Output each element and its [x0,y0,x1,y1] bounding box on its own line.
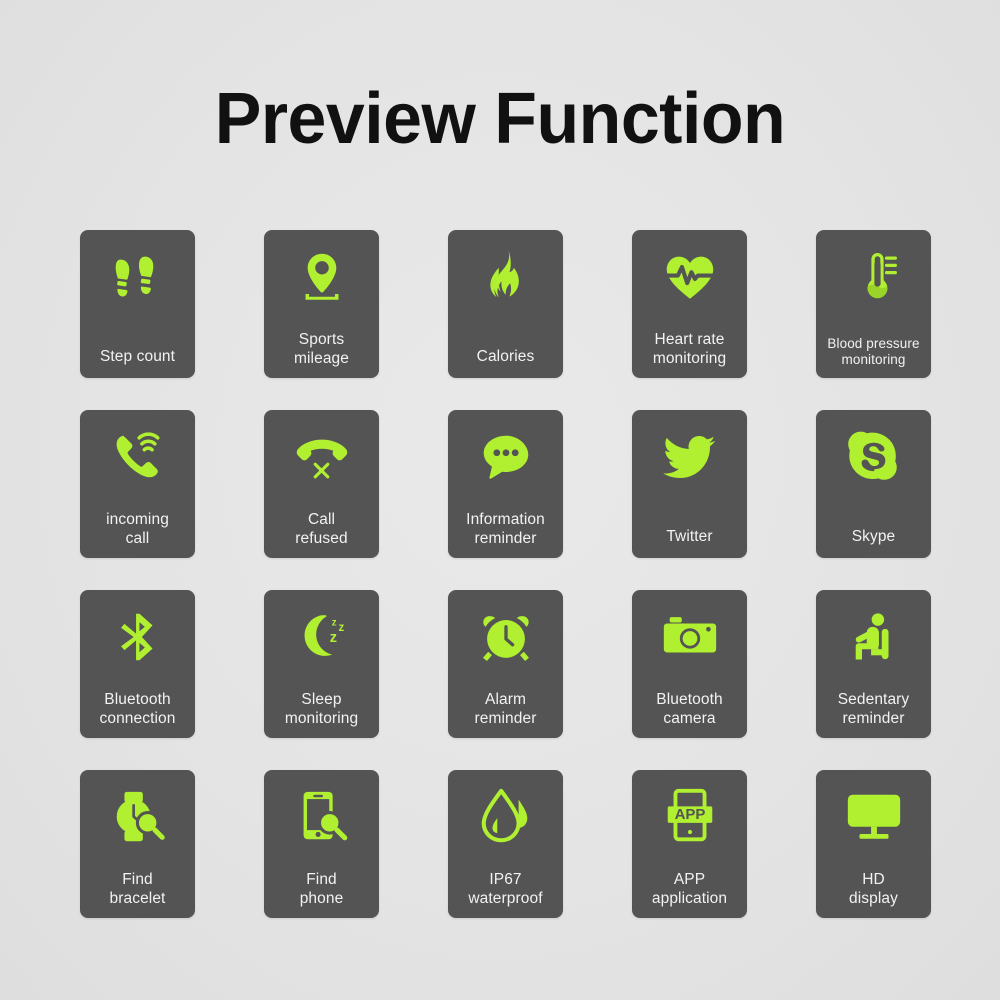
twitter-bird-icon [659,426,721,488]
svg-text:z: z [338,621,344,634]
feature-card-sports-mileage[interactable]: Sports mileage [264,230,379,378]
feature-card-incoming-call[interactable]: incoming call [80,410,195,558]
watch-search-icon [107,786,169,848]
feature-card-sedentary-reminder[interactable]: Sedentary reminder [816,590,931,738]
feature-card-step-count[interactable]: Step count [80,230,195,378]
feature-card-label: HD display [849,871,898,907]
map-pin-icon [291,246,353,308]
svg-text:z: z [329,630,336,646]
page-title: Preview Function [214,79,786,159]
feature-card-label: Alarm reminder [474,691,537,727]
feature-card-heart-rate-monitoring[interactable]: Heart rate monitoring [632,230,747,378]
feature-card-label: Information reminder [466,511,545,547]
feature-card-label: Sedentary reminder [837,691,910,727]
phone-incoming-icon [107,426,169,488]
feature-card-label: incoming call [106,511,169,547]
phone-refused-icon [291,426,353,488]
feature-grid: Step count Sports mileage Calories Heart… [80,230,932,918]
moon-sleep-icon: z z z [291,606,353,668]
feature-card-ip67-waterproof[interactable]: IP67 waterproof [448,770,563,918]
app-tablet-icon: APP [659,786,721,848]
feature-card-label: Skype [851,527,896,545]
feature-card-label: Bluetooth camera [656,691,723,727]
feature-card-label: Step count [99,347,176,365]
feature-card-label: Heart rate monitoring [652,331,727,367]
feature-card-label: Sleep monitoring [284,691,359,727]
feature-card-label: Find phone [299,871,344,907]
feature-card-alarm-reminder[interactable]: Alarm reminder [448,590,563,738]
svg-text:z: z [331,617,336,628]
bluetooth-icon [107,606,169,668]
speech-bubble-icon [475,426,537,488]
feature-card-sleep-monitoring[interactable]: z z z Sleep monitoring [264,590,379,738]
feature-card-bluetooth-connection[interactable]: Bluetooth connection [80,590,195,738]
feature-card-skype[interactable]: Skype [816,410,931,558]
preview-function-page: Preview Function Step count Sports milea… [0,0,1000,1000]
camera-icon [659,606,721,668]
heart-pulse-icon [659,246,721,308]
thermometer-icon [843,246,905,308]
skype-icon [843,426,905,488]
water-drop-icon [475,786,537,848]
feature-card-label: APP application [651,871,728,907]
app-icon-text: APP [674,806,705,823]
sitting-person-icon [843,606,905,668]
feature-card-hd-display[interactable]: HD display [816,770,931,918]
alarm-clock-icon [475,606,537,668]
feature-card-blood-pressure-monitoring[interactable]: Blood pressure monitoring [816,230,931,378]
feature-card-call-refused[interactable]: Call refused [264,410,379,558]
feature-card-information-reminder[interactable]: Information reminder [448,410,563,558]
feature-card-bluetooth-camera[interactable]: Bluetooth camera [632,590,747,738]
footprints-icon [107,246,169,308]
feature-card-calories[interactable]: Calories [448,230,563,378]
feature-card-label: IP67 waterproof [468,871,543,907]
phone-search-icon [291,786,353,848]
feature-card-find-phone[interactable]: Find phone [264,770,379,918]
feature-card-label: Find bracelet [109,871,166,907]
flame-icon [475,246,537,308]
feature-card-label: Call refused [295,511,348,547]
feature-card-label: Sports mileage [294,331,349,367]
feature-card-label: Blood pressure monitoring [827,336,920,367]
monitor-icon [843,786,905,848]
feature-card-label: Twitter [666,527,713,545]
feature-card-find-bracelet[interactable]: Find bracelet [80,770,195,918]
feature-card-twitter[interactable]: Twitter [632,410,747,558]
feature-card-label: Calories [476,347,535,365]
feature-card-app-application[interactable]: APP APP application [632,770,747,918]
feature-card-label: Bluetooth connection [99,691,176,727]
